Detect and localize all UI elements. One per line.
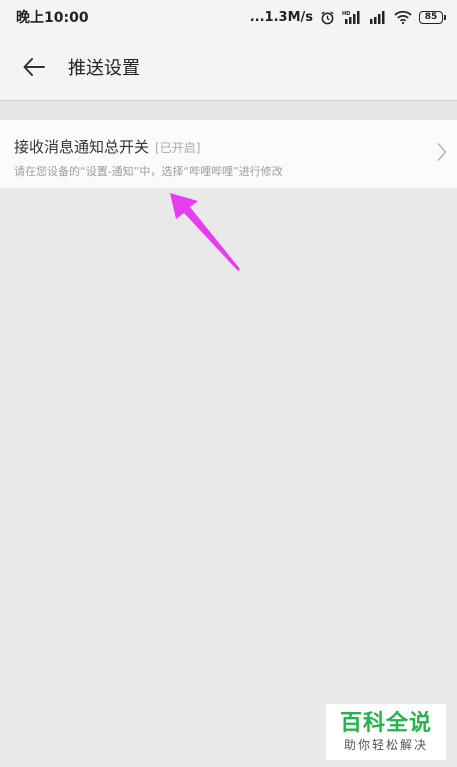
wifi-icon xyxy=(394,10,412,24)
signal-icon xyxy=(369,10,387,24)
page-title: 推送设置 xyxy=(68,58,140,79)
chevron-right-icon xyxy=(437,143,447,161)
status-bar: 晚上10:00 ...1.3M/s HD 85 xyxy=(0,0,457,34)
svg-text:HD: HD xyxy=(342,11,350,17)
setting-status: [已开启] xyxy=(155,141,201,155)
watermark-logo: 百科全说 助你轻松解决 xyxy=(326,704,446,760)
net-speed: ...1.3M/s xyxy=(249,9,313,25)
battery-level: 85 xyxy=(424,12,438,22)
setting-description: 请在您设备的“设置-通知”中，选择“哔哩哔哩”进行修改 xyxy=(14,165,283,178)
status-time: 晚上10:00 xyxy=(16,10,89,26)
setting-title-row: 接收消息通知总开关 [已开启] xyxy=(14,136,443,157)
battery-icon: 85 xyxy=(419,10,446,24)
annotation-arrow-icon xyxy=(170,193,240,271)
watermark-sub-text: 助你轻松解决 xyxy=(343,738,428,752)
notification-master-switch-row[interactable]: 接收消息通知总开关 [已开启] 请在您设备的“设置-通知”中，选择“哔哩哔哩”进… xyxy=(0,120,457,188)
section-gap xyxy=(0,101,457,120)
signal-icon: HD xyxy=(342,10,362,24)
alarm-icon xyxy=(320,10,335,25)
back-arrow-icon xyxy=(23,58,45,76)
setting-title: 接收消息通知总开关 xyxy=(14,138,150,156)
status-icons: ...1.3M/s HD 85 xyxy=(249,9,446,25)
watermark-main-text: 百科全说 xyxy=(339,711,432,736)
app-header: 推送设置 xyxy=(0,34,457,101)
back-button[interactable] xyxy=(16,49,52,85)
